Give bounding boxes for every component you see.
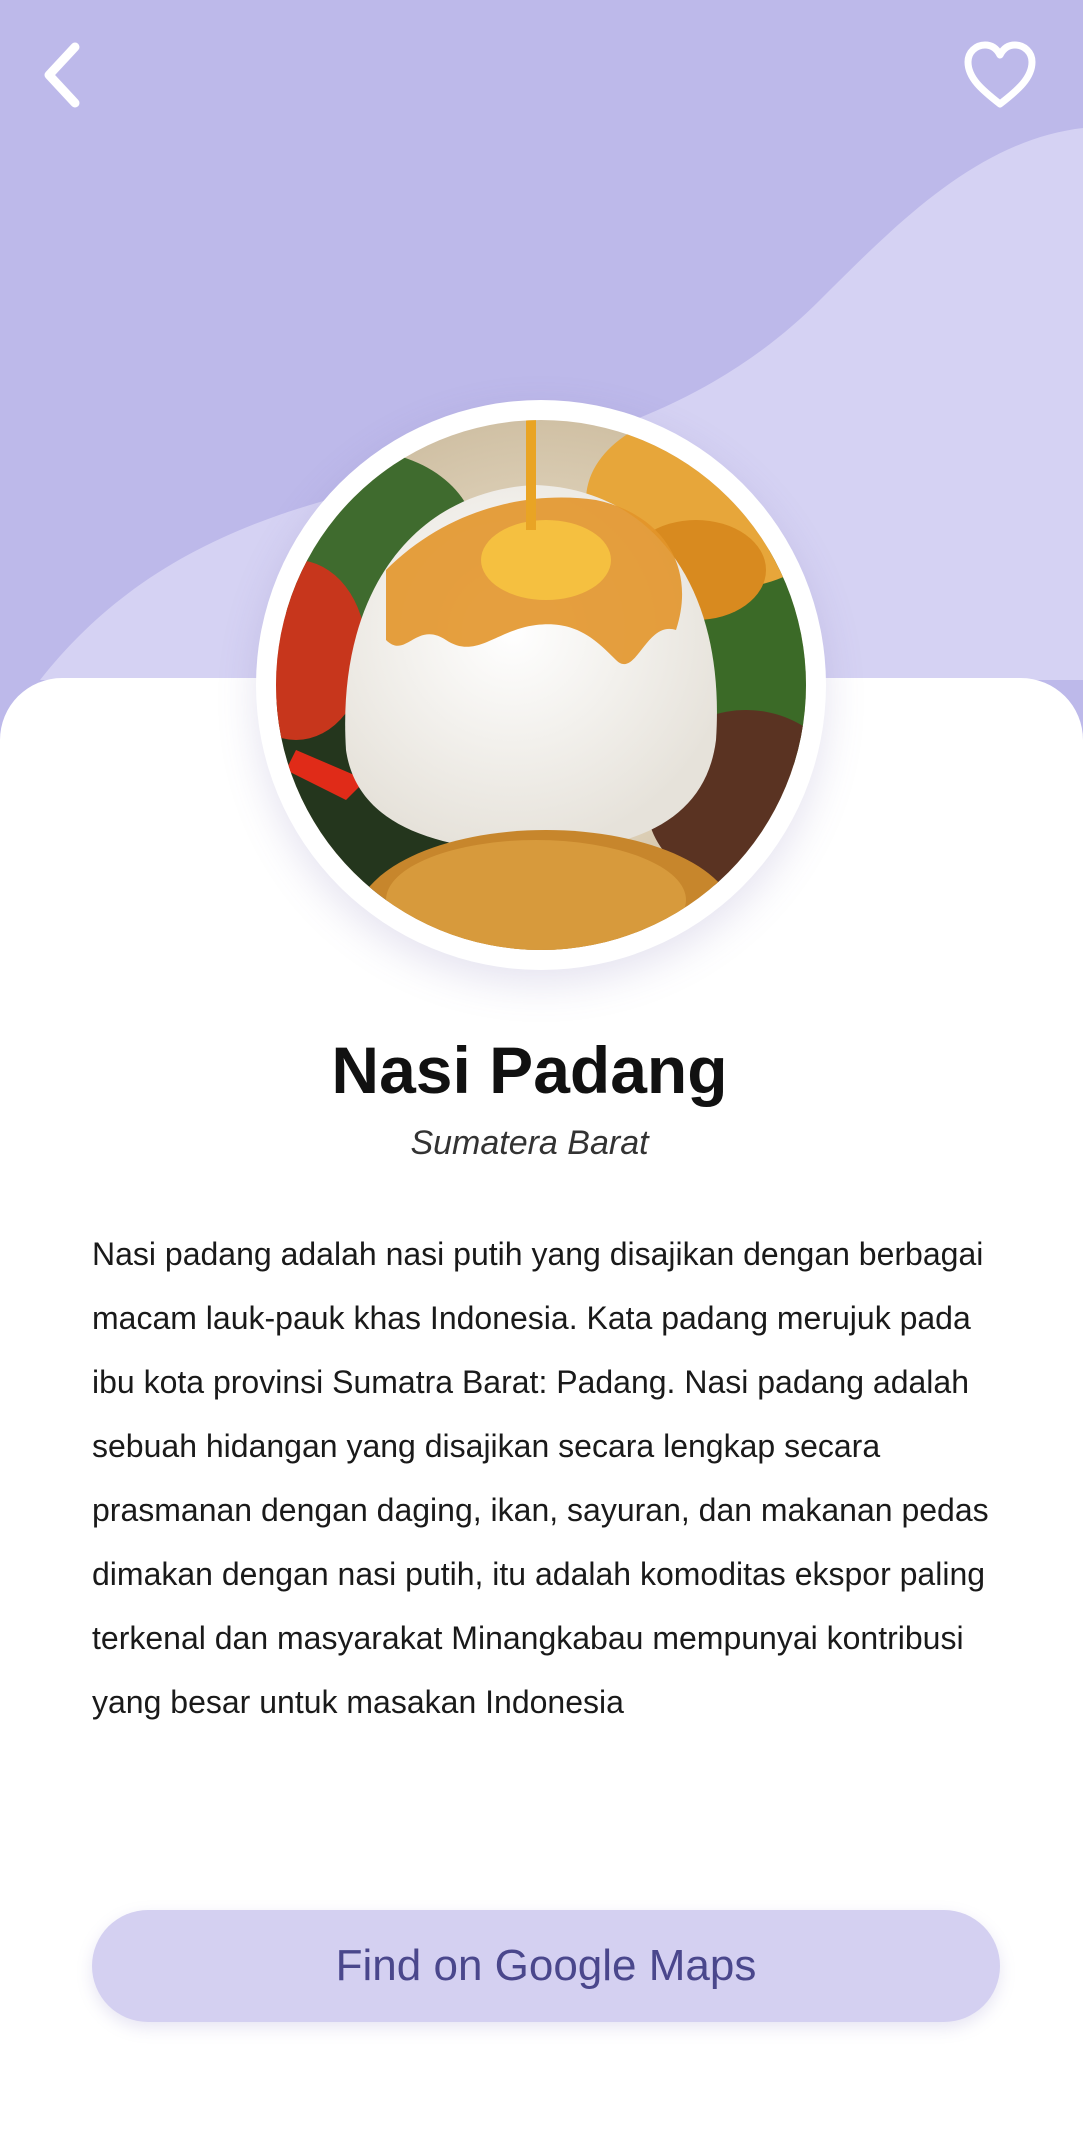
food-description: Nasi padang adalah nasi putih yang disaj…	[92, 1236, 989, 1720]
find-on-google-maps-button[interactable]: Find on Google Maps	[92, 1910, 1000, 2022]
food-title: Nasi Padang	[331, 1033, 728, 1107]
chevron-left-icon	[44, 42, 80, 108]
food-photo	[276, 420, 806, 950]
food-region: Sumatera Barat	[410, 1124, 649, 1162]
favorite-button[interactable]	[955, 30, 1045, 120]
heart-outline-icon	[964, 41, 1036, 108]
back-button[interactable]	[18, 30, 108, 120]
